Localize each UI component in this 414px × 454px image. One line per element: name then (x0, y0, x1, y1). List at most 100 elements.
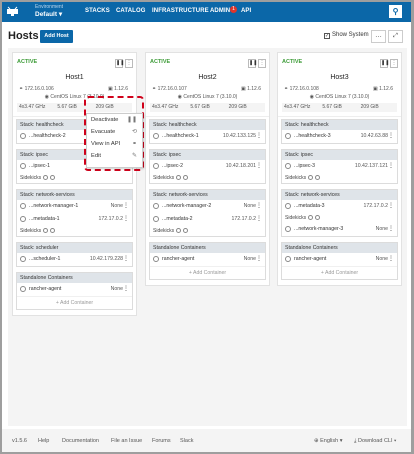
add-container-button[interactable]: + Add Container (282, 266, 397, 279)
container-row[interactable]: ...ipsec-2 10.42.18.201 ⋮ (150, 160, 265, 173)
menu-item-edit[interactable]: Edit ✎ (87, 150, 142, 162)
container-name[interactable]: ...healthcheck-1 (162, 133, 199, 139)
sidekick-icon[interactable] (183, 228, 189, 233)
kebab-menu-icon[interactable]: ⋮ (123, 255, 129, 262)
kebab-menu-icon[interactable]: ⋮ (256, 202, 262, 209)
menu-item-deactivate[interactable]: Deactivate ❚❚ (87, 114, 142, 126)
kebab-menu-icon[interactable]: ⋮ (123, 285, 129, 292)
pause-icon[interactable]: ❚❚ (248, 59, 257, 68)
container-name[interactable]: ...healthcheck-3 (294, 133, 331, 139)
container-name[interactable]: ...ipsec-3 (294, 163, 315, 169)
container-name[interactable]: ...metadata-1 (29, 216, 60, 222)
sidekick-icon[interactable] (315, 175, 321, 180)
sidekick-icon[interactable] (43, 175, 49, 180)
container-row[interactable]: rancher-agent None ⋮ (282, 253, 397, 266)
rancher-logo-icon[interactable] (6, 6, 19, 17)
menu-item-evacuate[interactable]: Evacuate ⟲ (87, 126, 142, 138)
sidekick-icon[interactable] (50, 228, 56, 233)
checkbox-icon[interactable]: ✓ (324, 33, 330, 39)
container-row[interactable]: ...healthcheck-1 10.42.133.125 ⋮ (150, 130, 265, 143)
stack-title[interactable]: Stack: network-services (17, 190, 132, 200)
sidekick-icon[interactable] (43, 228, 49, 233)
stack-title[interactable]: Stack: scheduler (17, 243, 132, 253)
kebab-menu-icon[interactable]: ⋮ (256, 132, 262, 139)
stack-title[interactable]: Stack: healthcheck (150, 120, 265, 130)
container-name[interactable]: ...network-manager-1 (29, 203, 78, 209)
container-name[interactable]: ...scheduler-1 (29, 256, 60, 262)
stack-title[interactable]: Stack: network-services (150, 190, 265, 200)
container-row[interactable]: ...metadata-1 172.17.0.2 ⋮ (17, 213, 132, 226)
sidekick-icon[interactable] (176, 175, 182, 180)
sidekick-icon[interactable] (308, 215, 314, 220)
pause-icon[interactable]: ❚❚ (380, 59, 389, 68)
container-name[interactable]: ...metadata-3 (294, 203, 325, 209)
kebab-menu-icon[interactable]: ⋮ (388, 202, 394, 209)
container-row[interactable]: ...ipsec-3 10.42.137.121 ⋮ (282, 160, 397, 173)
add-host-button[interactable]: Add Host (40, 30, 73, 43)
add-container-button[interactable]: + Add Container (17, 296, 132, 309)
container-name[interactable]: rancher-agent (162, 256, 194, 262)
host-name[interactable]: Host3 (278, 74, 401, 81)
kebab-menu-icon[interactable]: ⋮ (388, 132, 394, 139)
sidekick-icon[interactable] (308, 175, 314, 180)
kebab-menu-icon[interactable]: ⋮ (256, 255, 262, 262)
expand-icon[interactable]: ⤢ (388, 30, 403, 43)
container-name[interactable]: ...network-manager-3 (294, 226, 343, 232)
sidekick-icon[interactable] (176, 228, 182, 233)
sidekick-icon[interactable] (183, 175, 189, 180)
pause-icon[interactable]: ❚❚ (115, 59, 124, 68)
language-select[interactable]: ⊕ English ▾ (314, 438, 342, 444)
nav-stacks[interactable]: STACKS (85, 8, 110, 14)
slack-link[interactable]: Slack (180, 438, 193, 444)
user-menu-icon[interactable]: ⚲ (389, 5, 402, 18)
kebab-menu-icon[interactable]: ⋮ (256, 215, 262, 222)
stack-title[interactable]: Stack: ipsec (150, 150, 265, 160)
more-options-button[interactable]: … (371, 30, 386, 43)
add-container-button[interactable]: + Add Container (150, 266, 265, 279)
container-name[interactable]: ...ipsec-1 (29, 163, 50, 169)
nav-api[interactable]: API (241, 8, 251, 14)
container-row[interactable]: ...network-manager-1 None ⋮ (17, 200, 132, 213)
nav-catalog[interactable]: CATALOG (116, 8, 145, 14)
container-row[interactable]: ...network-manager-2 None ⋮ (150, 200, 265, 213)
container-name[interactable]: ...ipsec-2 (162, 163, 183, 169)
container-name[interactable]: rancher-agent (294, 256, 326, 262)
kebab-menu-icon[interactable]: ⋮ (256, 162, 262, 169)
menu-item-view-api[interactable]: View in API ⚭ (87, 138, 142, 150)
host-name[interactable]: Host2 (146, 74, 269, 81)
stack-title[interactable]: Standalone Containers (150, 243, 265, 253)
kebab-menu-icon[interactable]: ⋮ (388, 255, 394, 262)
stack-title[interactable]: Stack: healthcheck (282, 120, 397, 130)
stack-title[interactable]: Standalone Containers (17, 273, 132, 283)
file-issue-link[interactable]: File an Issue (111, 438, 142, 444)
help-link[interactable]: Help (38, 438, 49, 444)
container-name[interactable]: rancher-agent (29, 286, 61, 292)
nav-infrastructure[interactable]: INFRASTRUCTURE (152, 8, 209, 14)
kebab-menu-icon[interactable]: ⋮ (390, 59, 398, 68)
container-name[interactable]: ...network-manager-2 (162, 203, 211, 209)
forums-link[interactable]: Forums (152, 438, 171, 444)
stack-title[interactable]: Standalone Containers (282, 243, 397, 253)
container-name[interactable]: ...metadata-2 (162, 216, 193, 222)
container-row[interactable]: ...metadata-2 172.17.0.2 ⋮ (150, 213, 265, 226)
kebab-menu-icon[interactable]: ⋮ (123, 202, 129, 209)
kebab-menu-icon[interactable]: ⋮ (388, 225, 394, 232)
stack-title[interactable]: Stack: ipsec (282, 150, 397, 160)
documentation-link[interactable]: Documentation (62, 438, 99, 444)
kebab-menu-icon[interactable]: ⋮ (123, 215, 129, 222)
container-row[interactable]: ...healthcheck-3 10.42.63.88 ⋮ (282, 130, 397, 143)
container-row[interactable]: ...metadata-3 172.17.0.2 ⋮ (282, 200, 397, 213)
sidekick-icon[interactable] (50, 175, 56, 180)
environment-switcher[interactable]: Environment Default ▾ (35, 4, 63, 19)
container-row[interactable]: rancher-agent None ⋮ (17, 283, 132, 296)
stack-title[interactable]: Stack: network-services (282, 190, 397, 200)
nav-admin[interactable]: ADMIN (210, 8, 230, 14)
container-row[interactable]: rancher-agent None ⋮ (150, 253, 265, 266)
container-row[interactable]: ...network-manager-3 None ⋮ (282, 223, 397, 236)
show-system-toggle[interactable]: ✓ Show System (324, 32, 369, 39)
container-name[interactable]: ...healthcheck-2 (29, 133, 66, 139)
sidekick-icon[interactable] (315, 215, 321, 220)
kebab-menu-icon[interactable]: ⋮ (388, 162, 394, 169)
container-row[interactable]: ...scheduler-1 10.42.179.228 ⋮ (17, 253, 132, 266)
kebab-menu-icon[interactable]: ⋮ (258, 59, 266, 68)
